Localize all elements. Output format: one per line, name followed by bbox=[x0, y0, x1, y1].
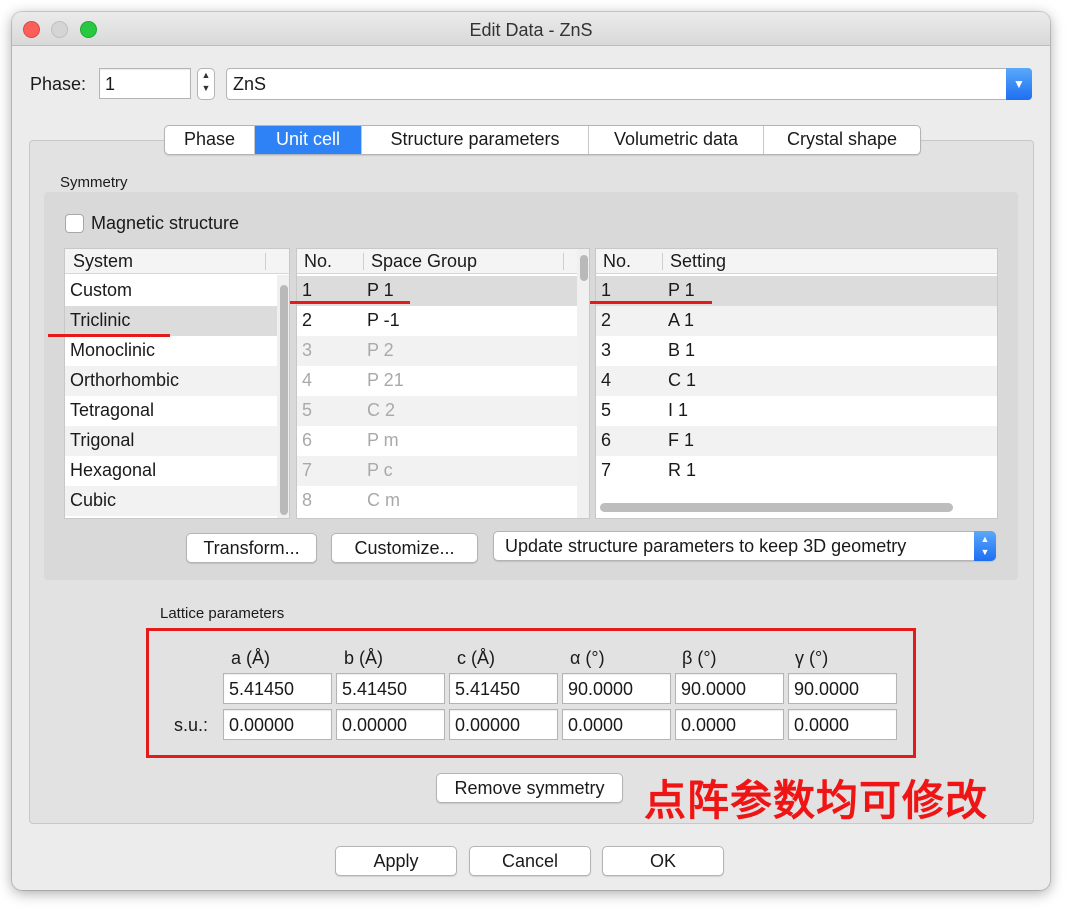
title-bar: Edit Data - ZnS bbox=[12, 12, 1050, 46]
table-row[interactable]: 6F 1 bbox=[596, 426, 997, 456]
su-label: s.u.: bbox=[174, 715, 209, 735]
stepper-up-icon[interactable]: ▲ bbox=[198, 69, 214, 82]
transform-button[interactable]: Transform... bbox=[186, 533, 317, 563]
phase-name-value: ZnS bbox=[233, 74, 267, 94]
table-row[interactable]: 5I 1 bbox=[596, 396, 997, 426]
su-alpha-field[interactable]: 0.0000 bbox=[562, 709, 671, 740]
lattice-header-b: b (Å) bbox=[344, 648, 384, 668]
setting-no-column-header[interactable]: No. bbox=[603, 251, 631, 272]
tab-structure-parameters[interactable]: Structure parameters bbox=[362, 126, 589, 154]
table-row: 8C m bbox=[302, 490, 400, 510]
phase-stepper[interactable]: ▲ ▼ bbox=[197, 68, 215, 100]
updown-chevron-icon[interactable]: ▲ ▼ bbox=[974, 531, 996, 561]
ok-button[interactable]: OK bbox=[602, 846, 724, 876]
table-row[interactable]: 3B 1 bbox=[596, 336, 997, 366]
setting-list[interactable]: No. Setting 1P 1 2A 1 3B 1 4C 1 5I 1 6F … bbox=[595, 248, 998, 519]
lattice-header-alpha: α (°) bbox=[570, 648, 605, 668]
column-divider bbox=[662, 253, 663, 270]
lattice-section-title: Lattice parameters bbox=[160, 605, 285, 622]
tab-unit-cell[interactable]: Unit cell bbox=[255, 126, 362, 154]
su-c-field[interactable]: 0.00000 bbox=[449, 709, 558, 740]
tab-bar: Phase Unit cell Structure parameters Vol… bbox=[164, 125, 921, 155]
annotation-text: 点阵参数均可修改 bbox=[644, 776, 989, 825]
lattice-alpha-field[interactable]: 90.0000 bbox=[562, 673, 671, 704]
sg-no-column-header[interactable]: No. bbox=[304, 251, 332, 272]
lattice-beta-field[interactable]: 90.0000 bbox=[675, 673, 784, 704]
setting-column-header[interactable]: Setting bbox=[670, 251, 726, 272]
space-group-list-header: No. Space Group bbox=[297, 249, 589, 274]
phase-name-combo[interactable]: ZnS ▼ bbox=[226, 68, 1032, 100]
edit-data-window: Edit Data - ZnS Phase: 1 ▲ ▼ ZnS ▼ Phase… bbox=[12, 12, 1050, 890]
stepper-down-icon[interactable]: ▼ bbox=[198, 82, 214, 95]
su-gamma-field[interactable]: 0.0000 bbox=[788, 709, 897, 740]
table-row: 4P 21 bbox=[302, 370, 404, 390]
table-row[interactable]: 7R 1 bbox=[596, 456, 997, 486]
list-item[interactable]: Triclinic bbox=[65, 306, 289, 336]
symmetry-section-title: Symmetry bbox=[60, 174, 128, 191]
list-item[interactable]: Monoclinic bbox=[65, 336, 289, 366]
table-row: 6P m bbox=[302, 430, 399, 450]
list-item[interactable]: Custom bbox=[65, 276, 289, 306]
column-divider bbox=[363, 253, 364, 270]
scrollbar-thumb[interactable] bbox=[580, 255, 588, 281]
su-b-field[interactable]: 0.00000 bbox=[336, 709, 445, 740]
space-group-list[interactable]: No. Space Group 1P 1 2P -1 3P 2 4P 21 5C… bbox=[296, 248, 590, 519]
phase-number-field[interactable]: 1 bbox=[99, 68, 191, 99]
setting-hscrollbar-thumb[interactable] bbox=[600, 503, 953, 512]
lattice-b-field[interactable]: 5.41450 bbox=[336, 673, 445, 704]
lattice-a-field[interactable]: 5.41450 bbox=[223, 673, 332, 704]
lattice-gamma-field[interactable]: 90.0000 bbox=[788, 673, 897, 704]
red-underline-setting bbox=[590, 301, 712, 304]
magnetic-structure-checkbox[interactable] bbox=[65, 214, 84, 233]
red-underline-triclinic bbox=[48, 334, 170, 337]
lattice-header-a: a (Å) bbox=[231, 648, 271, 668]
system-column-header[interactable]: System bbox=[73, 251, 133, 272]
scrollbar-thumb[interactable] bbox=[280, 285, 288, 515]
red-underline-space-group bbox=[290, 301, 410, 304]
system-list-header: System bbox=[65, 249, 289, 274]
table-row[interactable]: 4C 1 bbox=[596, 366, 997, 396]
customize-button[interactable]: Customize... bbox=[331, 533, 478, 563]
column-divider bbox=[563, 253, 564, 270]
lattice-header-beta: β (°) bbox=[682, 648, 717, 668]
table-row: 3P 2 bbox=[297, 336, 589, 366]
system-list-scrollbar[interactable] bbox=[277, 275, 289, 518]
remove-symmetry-button[interactable]: Remove symmetry bbox=[436, 773, 623, 803]
setting-list-header: No. Setting bbox=[596, 249, 997, 274]
space-group-scrollbar[interactable] bbox=[577, 249, 589, 518]
lattice-header-gamma: γ (°) bbox=[795, 648, 829, 668]
apply-button[interactable]: Apply bbox=[335, 846, 457, 876]
chevron-down-icon[interactable]: ▼ bbox=[1006, 68, 1032, 100]
su-a-field[interactable]: 0.00000 bbox=[223, 709, 332, 740]
system-list[interactable]: System Custom Triclinic Monoclinic Ortho… bbox=[64, 248, 290, 519]
lattice-c-field[interactable]: 5.41450 bbox=[449, 673, 558, 704]
list-item[interactable]: Hexagonal bbox=[65, 456, 289, 486]
column-divider bbox=[265, 253, 266, 270]
table-row[interactable]: 2A 1 bbox=[596, 306, 997, 336]
su-beta-field[interactable]: 0.0000 bbox=[675, 709, 784, 740]
table-row[interactable]: 2P -1 bbox=[297, 306, 589, 336]
tab-phase[interactable]: Phase bbox=[165, 126, 255, 154]
space-group-column-header[interactable]: Space Group bbox=[371, 251, 477, 272]
tab-volumetric-data[interactable]: Volumetric data bbox=[589, 126, 764, 154]
magnetic-structure-label: Magnetic structure bbox=[91, 213, 240, 233]
window-title: Edit Data - ZnS bbox=[469, 20, 593, 40]
list-item[interactable]: Cubic bbox=[65, 486, 289, 516]
list-item[interactable]: Orthorhombic bbox=[65, 366, 289, 396]
table-row: 7P c bbox=[297, 456, 589, 486]
update-mode-popup[interactable]: Update structure parameters to keep 3D g… bbox=[493, 531, 996, 561]
update-mode-value: Update structure parameters to keep 3D g… bbox=[505, 536, 907, 556]
lattice-header-c: c (Å) bbox=[457, 648, 495, 668]
list-item[interactable]: Trigonal bbox=[65, 426, 289, 456]
tab-crystal-shape[interactable]: Crystal shape bbox=[764, 126, 920, 154]
table-row: 5C 2 bbox=[297, 396, 589, 426]
cancel-button[interactable]: Cancel bbox=[469, 846, 591, 876]
phase-label: Phase: bbox=[30, 74, 87, 94]
list-item[interactable]: Tetragonal bbox=[65, 396, 289, 426]
